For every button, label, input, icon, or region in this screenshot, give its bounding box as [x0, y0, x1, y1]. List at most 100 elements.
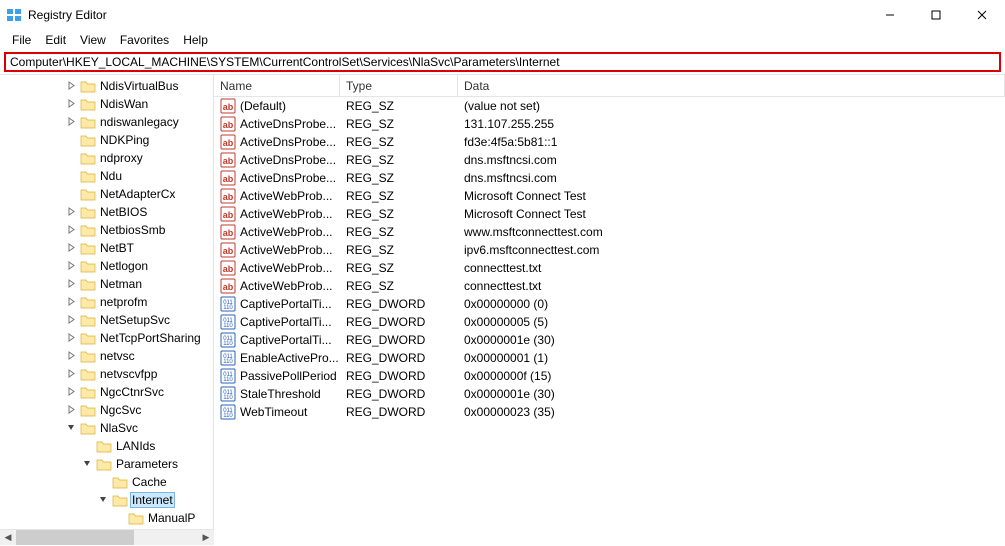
value-row[interactable]: ActiveDnsProbe...REG_SZfd3e:4f5a:5b81::1 [214, 133, 1005, 151]
tree-hscroll[interactable]: ◀ ▶ [0, 529, 214, 545]
value-data: Microsoft Connect Test [458, 189, 1005, 203]
menubar: File Edit View Favorites Help [0, 30, 1005, 50]
tree-item[interactable]: ndiswanlegacy [0, 113, 213, 131]
tree-item-label: ndiswanlegacy [98, 115, 181, 129]
tree-item[interactable]: NetSetupSvc [0, 311, 213, 329]
chevron-down-icon[interactable] [80, 459, 94, 470]
chevron-right-icon[interactable] [64, 225, 78, 236]
value-row[interactable]: ActiveDnsProbe...REG_SZdns.msftncsi.com [214, 151, 1005, 169]
menu-edit[interactable]: Edit [39, 32, 72, 48]
value-name: (Default) [240, 99, 286, 113]
address-bar[interactable]: Computer\HKEY_LOCAL_MACHINE\SYSTEM\Curre… [4, 52, 1001, 72]
tree-item[interactable]: ManualP [0, 509, 213, 527]
chevron-right-icon[interactable] [64, 261, 78, 272]
value-row[interactable]: CaptivePortalTi...REG_DWORD0x0000001e (3… [214, 331, 1005, 349]
value-row[interactable]: WebTimeoutREG_DWORD0x00000023 (35) [214, 403, 1005, 421]
tree-item[interactable]: Cache [0, 473, 213, 491]
values-panel[interactable]: Name Type Data (Default)REG_SZ(value not… [214, 75, 1005, 529]
maximize-button[interactable] [913, 0, 959, 30]
tree-item[interactable]: NgcCtnrSvc [0, 383, 213, 401]
chevron-right-icon[interactable] [64, 207, 78, 218]
value-row[interactable]: ActiveDnsProbe...REG_SZ131.107.255.255 [214, 115, 1005, 133]
value-type: REG_SZ [340, 171, 458, 185]
chevron-right-icon[interactable] [64, 387, 78, 398]
chevron-right-icon[interactable] [64, 297, 78, 308]
chevron-right-icon[interactable] [64, 279, 78, 290]
string-value-icon [220, 170, 236, 186]
scroll-left-icon[interactable]: ◀ [0, 530, 16, 546]
menu-favorites[interactable]: Favorites [114, 32, 175, 48]
tree-item[interactable]: LANIds [0, 437, 213, 455]
scroll-track[interactable] [16, 530, 198, 545]
minimize-button[interactable] [867, 0, 913, 30]
tree-item[interactable]: netvscvfpp [0, 365, 213, 383]
folder-icon [80, 187, 96, 201]
tree-item[interactable]: NetbiosSmb [0, 221, 213, 239]
tree-item[interactable]: netprofm [0, 293, 213, 311]
chevron-right-icon[interactable] [64, 117, 78, 128]
chevron-right-icon[interactable] [64, 315, 78, 326]
value-row[interactable]: StaleThresholdREG_DWORD0x0000001e (30) [214, 385, 1005, 403]
chevron-right-icon[interactable] [64, 333, 78, 344]
tree-item[interactable]: Ndu [0, 167, 213, 185]
scroll-right-icon[interactable]: ▶ [198, 530, 214, 546]
chevron-right-icon[interactable] [64, 243, 78, 254]
tree-item[interactable]: Parameters [0, 455, 213, 473]
tree-item[interactable]: Internet [0, 491, 213, 509]
tree-item-label: Parameters [114, 457, 180, 471]
tree-panel[interactable]: NdisVirtualBusNdisWan ndiswanlegacy NDKPin… [0, 75, 214, 529]
tree-item[interactable]: Netlogon [0, 257, 213, 275]
value-row[interactable]: ActiveWebProb...REG_SZconnecttest.txt [214, 259, 1005, 277]
menu-view[interactable]: View [74, 32, 112, 48]
tree-item[interactable]: Netman [0, 275, 213, 293]
value-row[interactable]: ActiveWebProb...REG_SZipv6.msftconnectte… [214, 241, 1005, 259]
chevron-right-icon[interactable] [64, 99, 78, 110]
chevron-right-icon[interactable] [64, 81, 78, 92]
tree-item-label: NgcSvc [98, 403, 143, 417]
tree-item[interactable]: NetTcpPortSharing [0, 329, 213, 347]
value-row[interactable]: ActiveWebProb...REG_SZMicrosoft Connect … [214, 187, 1005, 205]
tree-item-label: Internet [130, 492, 175, 508]
close-button[interactable] [959, 0, 1005, 30]
folder-icon [96, 439, 112, 453]
tree-item[interactable]: NetBT [0, 239, 213, 257]
value-row[interactable]: PassivePollPeriodREG_DWORD0x0000000f (15… [214, 367, 1005, 385]
column-name[interactable]: Name [214, 75, 340, 96]
column-data[interactable]: Data [458, 75, 1005, 96]
tree-item[interactable]: netvsc [0, 347, 213, 365]
value-type: REG_SZ [340, 189, 458, 203]
chevron-right-icon[interactable] [64, 369, 78, 380]
chevron-down-icon[interactable] [64, 423, 78, 434]
value-data: 0x0000000f (15) [458, 369, 1005, 383]
value-data: 0x0000001e (30) [458, 387, 1005, 401]
menu-file[interactable]: File [6, 32, 37, 48]
column-type[interactable]: Type [340, 75, 458, 96]
tree-item[interactable]: NdisVirtualBus [0, 77, 213, 95]
tree-item[interactable]: NetAdapterCx [0, 185, 213, 203]
value-row[interactable]: ActiveDnsProbe...REG_SZdns.msftncsi.com [214, 169, 1005, 187]
folder-icon [80, 151, 96, 165]
tree-item[interactable]: NDKPing [0, 131, 213, 149]
tree-item-label: Netlogon [98, 259, 150, 273]
value-type: REG_SZ [340, 261, 458, 275]
chevron-right-icon[interactable] [64, 351, 78, 362]
tree-item[interactable]: NlaSvc [0, 419, 213, 437]
value-row[interactable]: ActiveWebProb...REG_SZMicrosoft Connect … [214, 205, 1005, 223]
tree-item-label: netvsc [98, 349, 137, 363]
value-row[interactable]: CaptivePortalTi...REG_DWORD0x00000000 (0… [214, 295, 1005, 313]
value-row[interactable]: (Default)REG_SZ(value not set) [214, 97, 1005, 115]
tree-item[interactable]: NdisWan [0, 95, 213, 113]
value-row[interactable]: EnableActivePro...REG_DWORD0x00000001 (1… [214, 349, 1005, 367]
tree-item[interactable]: ndproxy [0, 149, 213, 167]
chevron-right-icon[interactable] [64, 405, 78, 416]
chevron-down-icon[interactable] [96, 495, 110, 506]
value-row[interactable]: ActiveWebProb...REG_SZwww.msftconnecttes… [214, 223, 1005, 241]
tree-item[interactable]: NgcSvc [0, 401, 213, 419]
value-row[interactable]: ActiveWebProb...REG_SZconnecttest.txt [214, 277, 1005, 295]
tree-item[interactable]: NetBIOS [0, 203, 213, 221]
titlebar: Registry Editor [0, 0, 1005, 30]
value-row[interactable]: CaptivePortalTi...REG_DWORD0x00000005 (5… [214, 313, 1005, 331]
dword-value-icon [220, 314, 236, 330]
menu-help[interactable]: Help [177, 32, 214, 48]
scroll-thumb[interactable] [16, 530, 134, 545]
